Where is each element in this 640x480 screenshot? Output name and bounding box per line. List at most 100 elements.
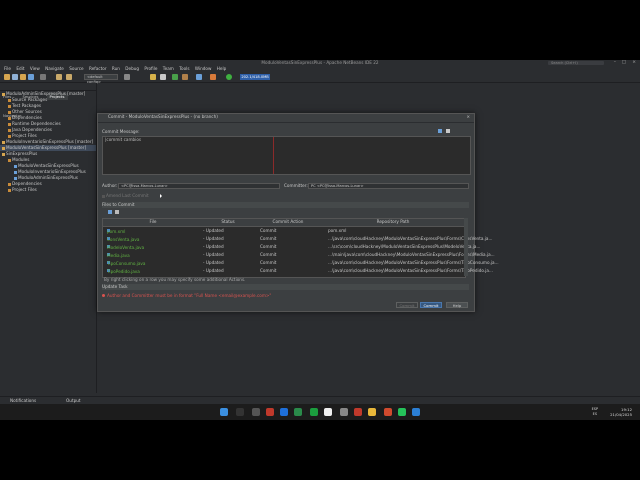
project-tree: ModuloAdminSinExpressPlus [master] Sourc…	[0, 91, 96, 193]
table-row[interactable]: TipoPedido.java - Updated Commit ...\jav…	[103, 267, 493, 275]
module-icon	[14, 164, 17, 168]
column-action[interactable]: Commit Action	[253, 219, 323, 225]
gc-icon[interactable]	[226, 74, 232, 80]
menu-view[interactable]: View	[30, 66, 40, 71]
undo-icon[interactable]	[56, 74, 62, 80]
menu-run[interactable]: Run	[112, 66, 120, 71]
tree-item[interactable]: Project Files	[0, 187, 96, 193]
menu-refactor[interactable]: Refactor	[89, 66, 107, 71]
table-row[interactable]: ModeloVenta.java - Updated Commit ...\sr…	[103, 243, 480, 251]
open-project-icon[interactable]	[20, 74, 26, 80]
debug-icon[interactable]	[182, 74, 188, 80]
author-select[interactable]: <PC@Issa-Marcos-Lunar>	[118, 183, 280, 189]
app-icon[interactable]	[384, 408, 392, 416]
menu-navigate[interactable]: Navigate	[45, 66, 64, 71]
excel-icon[interactable]	[310, 408, 318, 416]
update-task-section[interactable]: Update Task	[102, 284, 469, 290]
projects-panel: Files Services Projects Navigator Modulo…	[0, 83, 97, 393]
task-view-icon[interactable]	[236, 408, 244, 416]
app-icon[interactable]	[294, 408, 302, 416]
table-row[interactable]: ConsVenta.java - Updated Commit ...\java…	[103, 235, 492, 243]
app-icon[interactable]	[252, 408, 260, 416]
whatsapp-icon[interactable]	[398, 408, 406, 416]
new-project-icon[interactable]	[4, 74, 10, 80]
amend-checkbox[interactable]: Amend Last Commit	[102, 193, 149, 199]
menu-help[interactable]: Help	[217, 66, 227, 71]
folder-icon	[8, 128, 11, 132]
refresh-icon[interactable]	[108, 210, 112, 214]
validation-error: Author and Committer must be in format "…	[102, 293, 271, 299]
table-header: File Status Commit Action Repository Pat…	[103, 219, 465, 227]
margin-line	[273, 137, 274, 174]
app-icon[interactable]	[354, 408, 362, 416]
folder-icon	[8, 104, 11, 108]
chatgpt-icon[interactable]	[324, 408, 332, 416]
help-button[interactable]: Help	[446, 302, 468, 308]
netbeans-icon[interactable]	[340, 408, 348, 416]
project-icon	[2, 152, 5, 156]
folder-icon	[8, 110, 11, 114]
menu-tools[interactable]: Tools	[179, 66, 189, 71]
close-project-icon[interactable]	[40, 74, 46, 80]
new-file-icon[interactable]	[12, 74, 18, 80]
file-explorer-icon[interactable]	[368, 408, 376, 416]
folder-icon	[8, 122, 11, 126]
recent-messages-icon[interactable]	[438, 129, 442, 133]
vscode-icon[interactable]	[412, 408, 420, 416]
stop-icon[interactable]	[210, 74, 216, 80]
windows-start-icon[interactable]	[220, 408, 228, 416]
build-icon[interactable]	[150, 74, 156, 80]
run-icon[interactable]	[172, 74, 178, 80]
settings-icon[interactable]	[124, 74, 130, 80]
project-icon	[2, 146, 5, 150]
folder-icon	[8, 188, 11, 192]
table-row[interactable]: TipoConsumo.java - Updated Commit ...\ja…	[103, 259, 499, 267]
table-row[interactable]: Media.java - Updated Commit ...\main\jav…	[103, 251, 495, 259]
clock[interactable]: 19:12 21/04/2025	[610, 407, 632, 417]
column-file[interactable]: File	[103, 219, 203, 225]
search-input[interactable]: Search (Ctrl+I)	[548, 61, 604, 65]
menu-window[interactable]: Window	[195, 66, 212, 71]
menu-file[interactable]: File	[4, 66, 11, 71]
language-indicator[interactable]: ESP ES	[592, 407, 598, 417]
menu-edit[interactable]: Edit	[16, 66, 24, 71]
table-scrollbar[interactable]	[464, 218, 468, 276]
templates-icon[interactable]	[446, 129, 450, 133]
commit-message-input[interactable]: |commit cambios	[102, 136, 471, 175]
diff-icon[interactable]	[115, 210, 119, 214]
commit-message-label: Commit Message:	[102, 129, 140, 134]
error-icon	[102, 294, 105, 297]
close-icon[interactable]: ×	[632, 60, 636, 65]
folder-icon	[8, 182, 11, 186]
app-icon[interactable]	[280, 408, 288, 416]
minimize-icon[interactable]: –	[614, 60, 616, 65]
profile-icon[interactable]	[196, 74, 202, 80]
app-icon[interactable]	[266, 408, 274, 416]
memory-indicator[interactable]: 202.1/418.0MB	[240, 74, 270, 80]
clean-build-icon[interactable]	[160, 74, 166, 80]
checkbox-icon	[102, 194, 105, 198]
author-label: Author:	[102, 183, 118, 188]
maximize-icon[interactable]: □	[622, 60, 626, 65]
column-path[interactable]: Repository Path	[323, 219, 463, 225]
committer-select[interactable]: PC <PC@Issa-Marcos-Lunar>	[308, 183, 469, 189]
table-row[interactable]: pom.xml - Updated Commit pom.xml	[103, 227, 465, 235]
redo-icon[interactable]	[66, 74, 72, 80]
commit-disabled-button[interactable]: Commit	[396, 302, 418, 308]
windows-taskbar: ESP ES 19:12 21/04/2025	[0, 404, 640, 420]
files-section-header[interactable]: Files to Commit	[102, 202, 469, 208]
folder-icon	[8, 134, 11, 138]
folder-icon	[8, 116, 11, 120]
commit-button[interactable]: Commit	[420, 302, 442, 308]
module-icon	[14, 176, 17, 180]
panel-tabs: Files Services Projects Navigator	[0, 83, 96, 118]
menu-debug[interactable]: Debug	[125, 66, 139, 71]
menu-profile[interactable]: Profile	[144, 66, 157, 71]
dialog-close-icon[interactable]: ×	[466, 114, 470, 120]
save-all-icon[interactable]	[28, 74, 34, 80]
menu-team[interactable]: Team	[163, 66, 174, 71]
column-status[interactable]: Status	[203, 219, 253, 225]
menu-source[interactable]: Source	[69, 66, 83, 71]
committer-label: Committer:	[284, 183, 308, 188]
config-select[interactable]: <default config>	[84, 74, 118, 84]
